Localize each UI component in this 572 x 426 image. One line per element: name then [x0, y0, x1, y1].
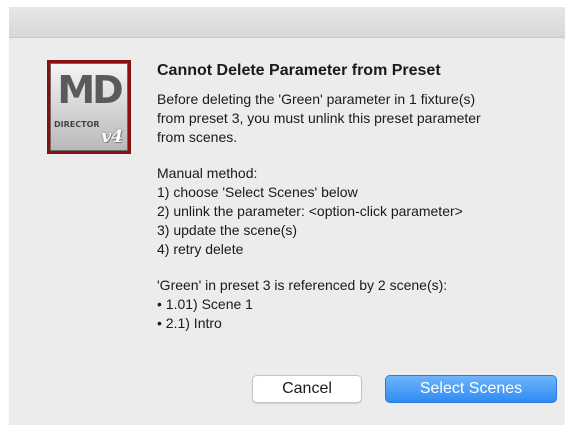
dialog-message-intro: Before deleting the 'Green' parameter in…	[157, 91, 481, 145]
dialog-message-method: Manual method: 1) choose 'Select Scenes'…	[157, 165, 463, 257]
app-icon-face: MD DIRECTOR v4	[50, 63, 128, 151]
select-scenes-button[interactable]: Select Scenes	[385, 375, 557, 403]
cancel-button[interactable]: Cancel	[252, 375, 362, 403]
icon-version-text: v4	[101, 127, 123, 147]
md-director-v4-icon: MD DIRECTOR v4	[47, 60, 131, 154]
dialog-title: Cannot Delete Parameter from Preset	[157, 62, 441, 79]
dialog-content: Cannot Delete Parameter from Preset Befo…	[157, 61, 557, 333]
icon-sub-text: DIRECTOR	[54, 120, 100, 129]
title-bar[interactable]	[9, 7, 565, 38]
icon-logo-text: MD	[57, 68, 123, 112]
dialog-message-references: 'Green' in preset 3 is referenced by 2 s…	[157, 277, 448, 331]
alert-dialog: MD DIRECTOR v4 Cannot Delete Parameter f…	[9, 7, 565, 425]
